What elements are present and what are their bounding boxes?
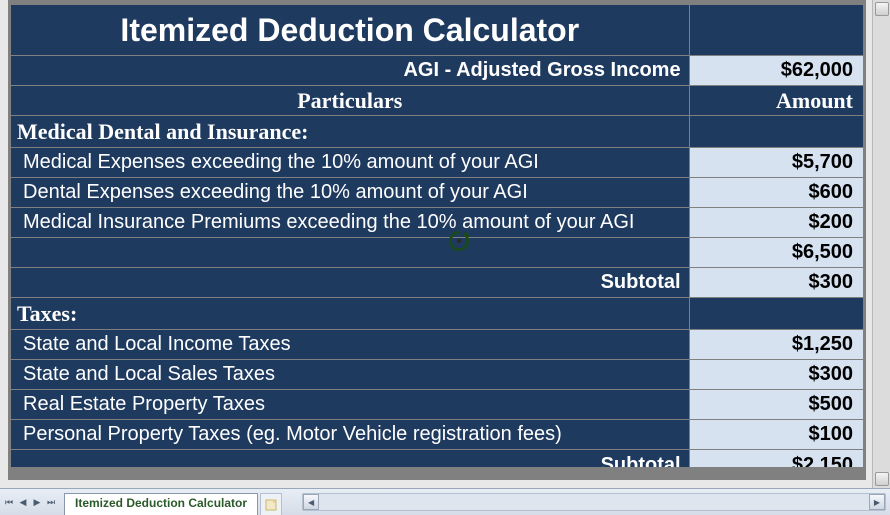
subtotal-value: $300 bbox=[690, 268, 864, 298]
item-value[interactable]: $5,700 bbox=[690, 148, 864, 178]
item-value[interactable]: $600 bbox=[690, 178, 864, 208]
horizontal-scrollbar[interactable]: ◀ ▶ bbox=[302, 493, 886, 511]
item-value[interactable]: $200 bbox=[690, 208, 864, 238]
vertical-scrollbar[interactable] bbox=[872, 0, 890, 488]
item-label: Personal Property Taxes (eg. Motor Vehic… bbox=[10, 420, 690, 450]
new-sheet-button[interactable] bbox=[260, 493, 282, 515]
item-label: Dental Expenses exceeding the 10% amount… bbox=[10, 178, 690, 208]
sheet-tabstrip: ⏮ ◀ ▶ ⏭ Itemized Deduction Calculator ◀ … bbox=[0, 488, 890, 515]
item-value[interactable]: $1,250 bbox=[690, 330, 864, 360]
item-value[interactable]: $500 bbox=[690, 390, 864, 420]
item-blank bbox=[10, 238, 690, 268]
subtotal-label: Subtotal bbox=[10, 268, 690, 298]
subtotal-value: $2,150 bbox=[690, 450, 864, 468]
item-label: Medical Expenses exceeding the 10% amoun… bbox=[10, 148, 690, 178]
tab-nav-last[interactable]: ⏭ bbox=[44, 493, 58, 511]
scroll-left-button[interactable]: ◀ bbox=[303, 494, 319, 510]
tab-nav-next[interactable]: ▶ bbox=[30, 493, 44, 511]
new-sheet-icon bbox=[265, 499, 277, 511]
section-taxes-blank bbox=[690, 298, 864, 330]
sheet-tab-active[interactable]: Itemized Deduction Calculator bbox=[64, 493, 258, 515]
agi-label: AGI - Adjusted Gross Income bbox=[10, 56, 690, 86]
item-label: State and Local Sales Taxes bbox=[10, 360, 690, 390]
item-label: Medical Insurance Premiums exceeding the… bbox=[10, 208, 690, 238]
tab-nav-first[interactable]: ⏮ bbox=[2, 493, 16, 511]
item-value[interactable]: $300 bbox=[690, 360, 864, 390]
page-title: Itemized Deduction Calculator bbox=[10, 4, 690, 56]
scroll-right-button[interactable]: ▶ bbox=[869, 494, 885, 510]
title-blank bbox=[690, 4, 864, 56]
section-taxes-header: Taxes: bbox=[10, 298, 690, 330]
section-medical-header: Medical Dental and Insurance: bbox=[10, 116, 690, 148]
col-header-amount: Amount bbox=[690, 86, 864, 116]
item-label: State and Local Income Taxes bbox=[10, 330, 690, 360]
subtotal-label: Subtotal bbox=[10, 450, 690, 468]
section-medical-blank bbox=[690, 116, 864, 148]
agi-value[interactable]: $62,000 bbox=[690, 56, 864, 86]
spreadsheet-grid[interactable]: Itemized Deduction Calculator AGI - Adju… bbox=[8, 0, 866, 480]
col-header-particulars: Particulars bbox=[10, 86, 690, 116]
item-value[interactable]: $100 bbox=[690, 420, 864, 450]
deduction-table: Itemized Deduction Calculator AGI - Adju… bbox=[10, 4, 864, 468]
item-label: Real Estate Property Taxes bbox=[10, 390, 690, 420]
scroll-up-button[interactable] bbox=[875, 2, 889, 16]
tab-nav-prev[interactable]: ◀ bbox=[16, 493, 30, 511]
scroll-down-button[interactable] bbox=[875, 472, 889, 486]
item-value[interactable]: $6,500 bbox=[690, 238, 864, 268]
